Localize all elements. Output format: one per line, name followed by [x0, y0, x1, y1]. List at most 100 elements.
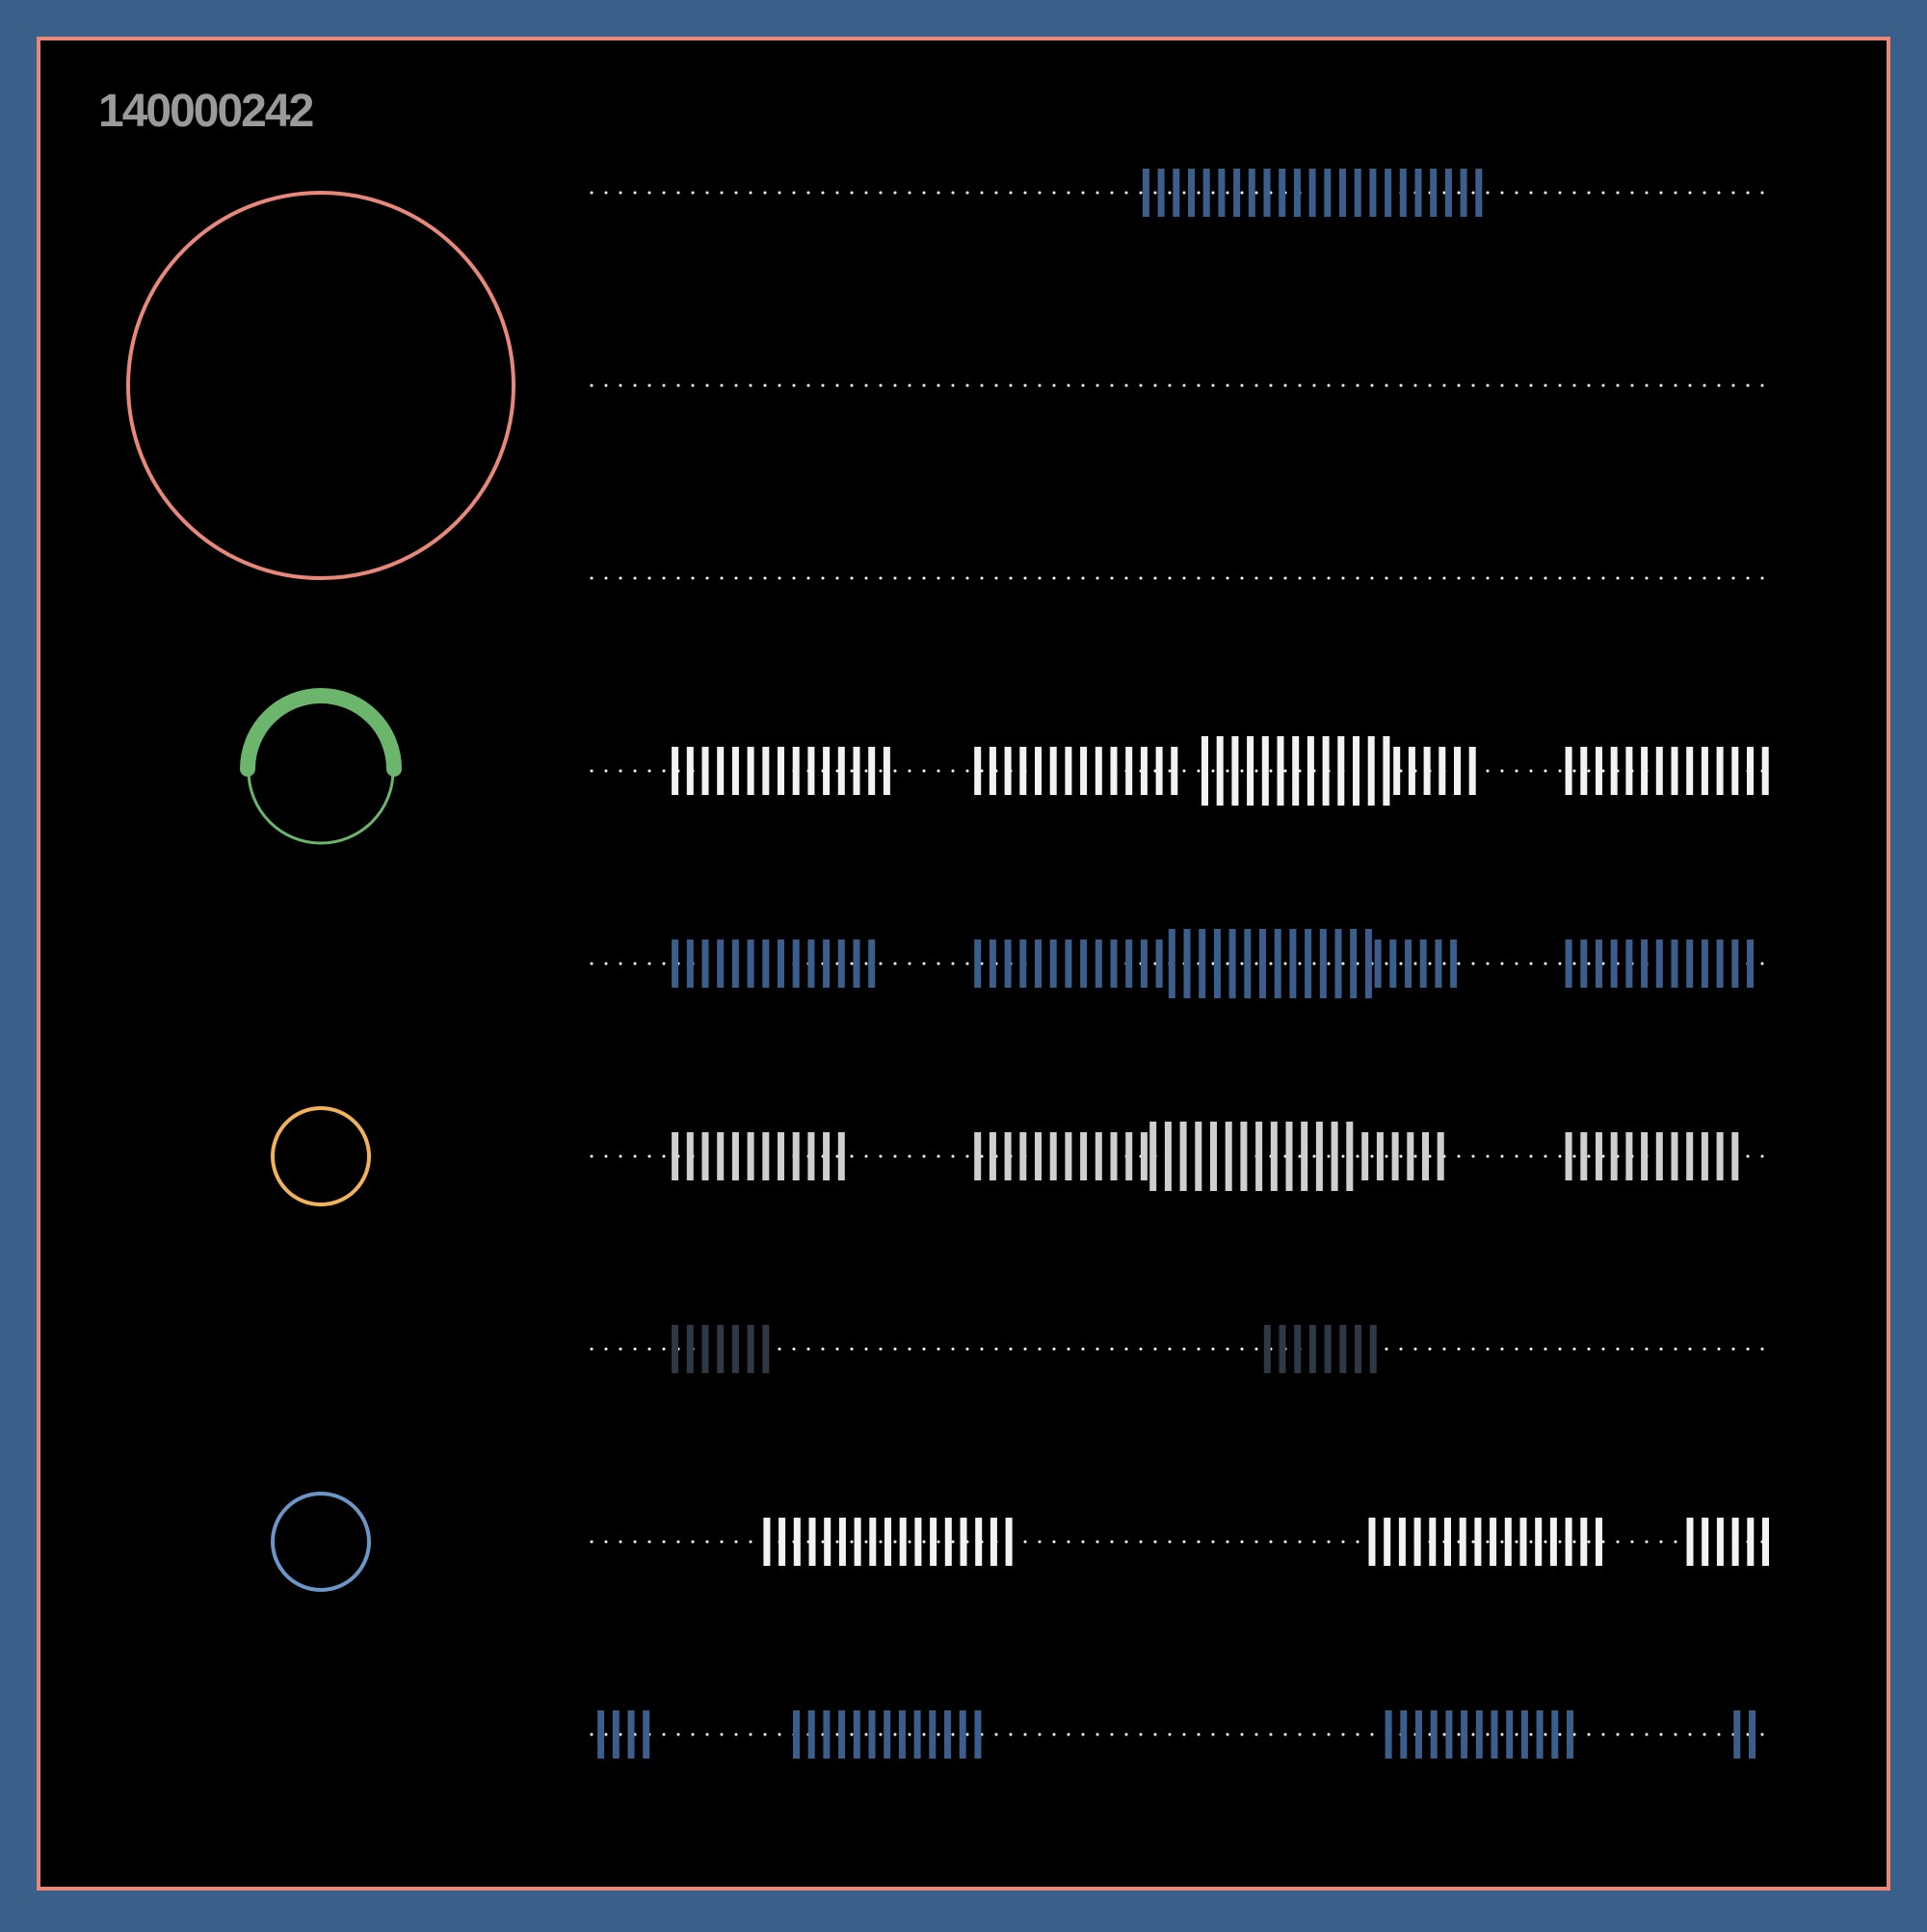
bar-tick	[1065, 747, 1072, 795]
bar-tick	[837, 1132, 845, 1180]
canvas: 140000242	[0, 0, 1927, 1927]
bar-tick	[929, 1710, 937, 1759]
bar-tick	[1168, 929, 1175, 998]
bar-tick	[1422, 1132, 1429, 1180]
bar-tick	[1308, 1325, 1316, 1373]
bar-tick	[898, 1710, 906, 1759]
bar-tick	[974, 1132, 982, 1180]
bar-tick	[1140, 940, 1148, 988]
bar-tick	[824, 1518, 832, 1566]
bar-tick	[1580, 940, 1588, 988]
bar-tick	[1474, 1518, 1482, 1566]
bar-tick	[1171, 747, 1178, 795]
bar-tick	[672, 1325, 679, 1373]
bar-tick	[1110, 747, 1118, 795]
bar-tick	[686, 940, 694, 988]
bar-tick	[1450, 940, 1458, 988]
bar-tick	[1004, 940, 1012, 988]
bar-tick	[1475, 1710, 1483, 1759]
bar-tick	[1019, 1132, 1027, 1180]
bar-tick	[1339, 1325, 1347, 1373]
bar-tick	[989, 940, 996, 988]
bar-tick	[823, 1132, 831, 1180]
bar-tick	[1461, 1710, 1468, 1759]
bar-tick	[1565, 940, 1572, 988]
bar-tick	[838, 1710, 846, 1759]
bar-tick	[1324, 1325, 1332, 1373]
bar-tick	[792, 940, 800, 988]
bar-tick	[1686, 1518, 1694, 1566]
bar-tick	[1385, 169, 1392, 217]
bar-tick	[1095, 1132, 1102, 1180]
bar-tick	[1437, 1132, 1444, 1180]
bar-tick	[1610, 1132, 1618, 1180]
bar-tick	[701, 1132, 709, 1180]
bar-tick	[778, 940, 784, 988]
bar-tick	[1408, 747, 1415, 795]
bar-tick	[1225, 1122, 1232, 1191]
bar-tick	[1263, 1325, 1271, 1373]
bar-tick	[1195, 1122, 1202, 1191]
bar-tick	[778, 747, 784, 795]
bar-tick	[779, 1518, 786, 1566]
bar-tick	[1610, 747, 1618, 795]
bar-tick	[1293, 169, 1301, 217]
bar-tick	[1686, 940, 1694, 988]
bar-tick	[1155, 940, 1163, 988]
bar-tick	[807, 747, 815, 795]
bar-tick	[1536, 1710, 1544, 1759]
bar-tick	[883, 747, 890, 795]
bar-tick	[1322, 736, 1330, 806]
bar-tick	[1731, 747, 1739, 795]
bar-tick	[1749, 1710, 1755, 1759]
bar-tick	[717, 747, 725, 795]
bar-tick	[868, 1710, 876, 1759]
bar-tick	[1535, 1518, 1543, 1566]
bar-tick	[1475, 169, 1483, 217]
bar-tick	[1201, 736, 1208, 806]
bar-tick	[1292, 736, 1300, 806]
bar-tick	[1519, 1518, 1527, 1566]
bar-tick	[1035, 1132, 1042, 1180]
bar-tick	[1005, 1518, 1013, 1566]
bar-tick	[1580, 1518, 1588, 1566]
bar-tick	[1625, 940, 1633, 988]
bar-tick	[1080, 1132, 1088, 1180]
bar-tick	[1244, 929, 1252, 998]
bar-tick	[1385, 1710, 1392, 1759]
bar-tick	[1383, 736, 1390, 806]
bar-tick	[1247, 736, 1254, 806]
bar-tick	[1289, 929, 1297, 998]
bar-tick	[1199, 929, 1206, 998]
bar-tick	[1355, 1325, 1361, 1373]
bar-tick	[837, 747, 845, 795]
bar-tick	[1157, 169, 1165, 217]
bar-tick	[1255, 1122, 1263, 1191]
bar-tick	[1596, 940, 1602, 988]
bar-tick	[747, 747, 754, 795]
bar-tick	[1095, 747, 1102, 795]
bar-tick	[1565, 1132, 1572, 1180]
bar-tick	[778, 1132, 784, 1180]
bar-tick	[793, 1518, 801, 1566]
bar-tick	[990, 1518, 997, 1566]
bar-tick	[1445, 1710, 1453, 1759]
bar-tick	[807, 1132, 815, 1180]
bar-segment	[1142, 169, 1483, 217]
bar-tick	[1731, 1132, 1739, 1180]
bar-tick	[686, 747, 694, 795]
bar-tick	[1279, 1325, 1286, 1373]
bar-tick	[762, 1132, 770, 1180]
bar-tick	[1491, 1710, 1498, 1759]
bar-tick	[763, 1518, 771, 1566]
bar-tick	[643, 1710, 650, 1759]
bar-tick	[1240, 1122, 1248, 1191]
bar-tick	[914, 1518, 922, 1566]
bar-tick	[1641, 940, 1649, 988]
bar-tick	[1747, 747, 1754, 795]
bar-tick	[1202, 169, 1210, 217]
bar-tick	[1233, 169, 1241, 217]
bar-tick	[731, 1132, 739, 1180]
bar-tick	[959, 1710, 966, 1759]
bar-tick	[1004, 747, 1012, 795]
